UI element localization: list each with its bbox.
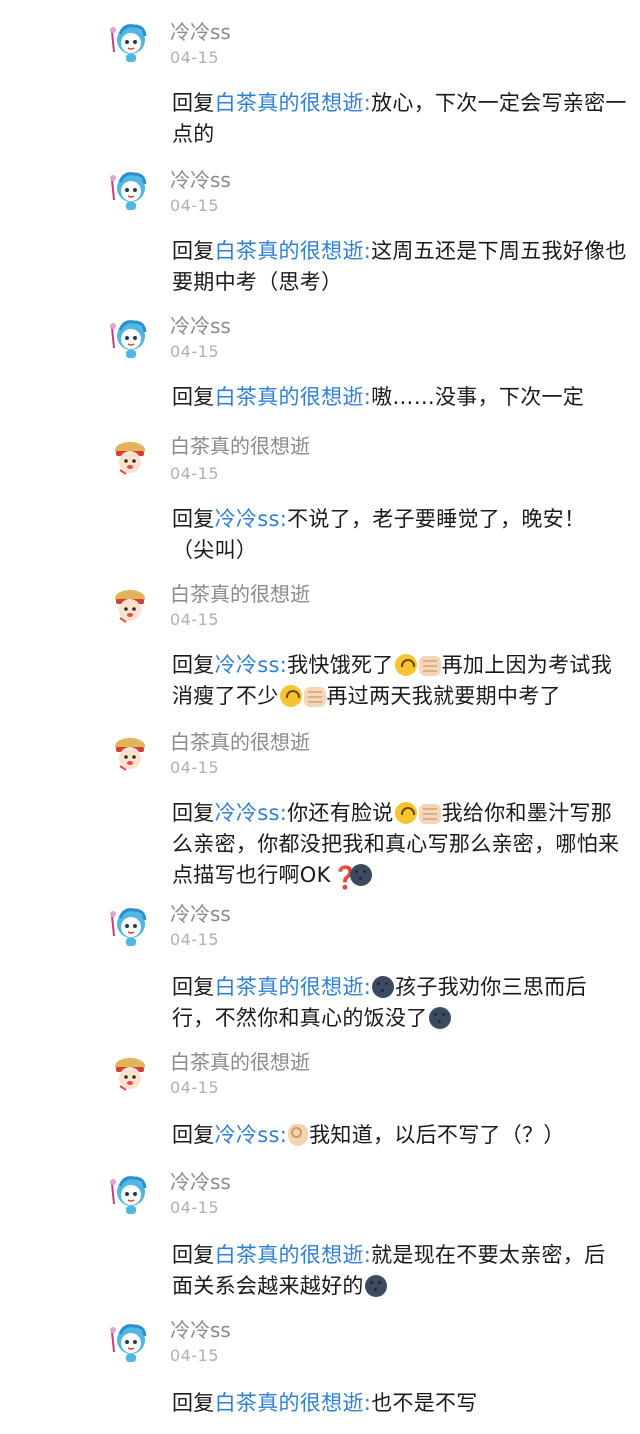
timestamp: 04-15: [170, 610, 219, 629]
blue-cartoon-avatar-icon[interactable]: [104, 18, 152, 66]
reply-target-link[interactable]: 冷冷ss:: [215, 801, 287, 825]
ok-hand-icon: [288, 1124, 309, 1146]
timestamp: 04-15: [170, 1198, 219, 1217]
new-moon-face-icon: [349, 864, 372, 886]
timestamp: 04-15: [170, 464, 219, 483]
timestamp: 04-15: [170, 1346, 219, 1365]
blue-cartoon-avatar-icon[interactable]: [104, 1318, 152, 1366]
blue-cartoon-avatar-icon[interactable]: [104, 1170, 152, 1218]
reply-text: 回复冷冷ss:不说了，老子要睡觉了，晚安！（尖叫）: [172, 507, 586, 562]
reply-prefix: 回复: [172, 91, 215, 115]
reply-target-link[interactable]: 冷冷ss:: [215, 507, 287, 531]
reply-target-link[interactable]: 冷冷ss:: [215, 1123, 287, 1147]
new-moon-face-icon: [372, 976, 395, 998]
reply-text: 回复白茶真的很想逝:也不是不写: [172, 1391, 478, 1415]
fist-emoji-icon: [418, 804, 441, 824]
username[interactable]: 冷冷ss: [170, 20, 231, 44]
upside-down-face-icon: [394, 654, 417, 676]
fist-emoji-icon: [418, 656, 441, 676]
timestamp: 04-15: [170, 196, 219, 215]
username[interactable]: 冷冷ss: [170, 902, 231, 926]
fist-emoji-icon: [303, 687, 326, 707]
blue-cartoon-avatar-icon[interactable]: [104, 314, 152, 362]
timestamp: 04-15: [170, 758, 219, 777]
upside-down-face-icon: [394, 802, 417, 824]
new-moon-face-icon: [428, 1007, 451, 1029]
red-question-mark-icon: ❓: [331, 866, 360, 891]
username[interactable]: 白茶真的很想逝: [170, 1050, 310, 1074]
reply-text: 回复白茶真的很想逝:这周五还是下周五我好像也要期中考（思考）: [172, 239, 627, 294]
username[interactable]: 冷冷ss: [170, 1170, 231, 1194]
reply-target-link[interactable]: 白茶真的很想逝:: [215, 1391, 372, 1415]
reply-target-link[interactable]: 白茶真的很想逝:: [215, 1243, 372, 1267]
reply-target-link[interactable]: 白茶真的很想逝:: [215, 91, 372, 115]
reply-text: 回复白茶真的很想逝:就是现在不要太亲密，后面关系会越来越好的: [172, 1243, 606, 1298]
red-hat-cartoon-avatar-icon[interactable]: [104, 582, 152, 630]
reply-target-link[interactable]: 白茶真的很想逝:: [215, 239, 372, 263]
reply-text: 回复白茶真的很想逝: 孩子我劝你三思而后行，不然你和真心的饭没了: [172, 975, 587, 1030]
new-moon-face-icon: [364, 1275, 387, 1297]
red-hat-cartoon-avatar-icon[interactable]: [104, 730, 152, 778]
reply-target-link[interactable]: 冷冷ss:: [215, 653, 287, 677]
timestamp: 04-15: [170, 1078, 219, 1097]
reply-target-link[interactable]: 白茶真的很想逝:: [215, 385, 372, 409]
timestamp: 04-15: [170, 342, 219, 361]
username[interactable]: 冷冷ss: [170, 168, 231, 192]
username[interactable]: 冷冷ss: [170, 314, 231, 338]
username[interactable]: 白茶真的很想逝: [170, 730, 310, 754]
blue-cartoon-avatar-icon[interactable]: [104, 166, 152, 214]
timestamp: 04-15: [170, 930, 219, 949]
reply-text: 回复白茶真的很想逝:嗷……没事，下次一定: [172, 385, 585, 409]
reply-target-link[interactable]: 白茶真的很想逝:: [215, 975, 372, 999]
blue-cartoon-avatar-icon[interactable]: [104, 902, 152, 950]
username[interactable]: 白茶真的很想逝: [170, 582, 310, 606]
username[interactable]: 白茶真的很想逝: [170, 434, 310, 458]
reply-text: 回复冷冷ss:你还有脸说 我给你和墨汁写那么亲密，你都没把我和真心写那么亲密，哪怕…: [172, 801, 620, 891]
reply-text: 回复冷冷ss: 我知道，以后不写了（？）: [172, 1123, 565, 1147]
timestamp: 04-15: [170, 48, 219, 67]
reply-text: 回复白茶真的很想逝:放心，下次一定会写亲密一点的: [172, 88, 628, 150]
upside-down-face-icon: [279, 685, 302, 707]
red-hat-cartoon-avatar-icon[interactable]: [104, 434, 152, 482]
reply-text: 回复冷冷ss:我快饿死了 再加上因为考试我消瘦了不少 再过两天我就要期中考了: [172, 653, 612, 708]
username[interactable]: 冷冷ss: [170, 1318, 231, 1342]
red-hat-cartoon-avatar-icon[interactable]: [104, 1050, 152, 1098]
